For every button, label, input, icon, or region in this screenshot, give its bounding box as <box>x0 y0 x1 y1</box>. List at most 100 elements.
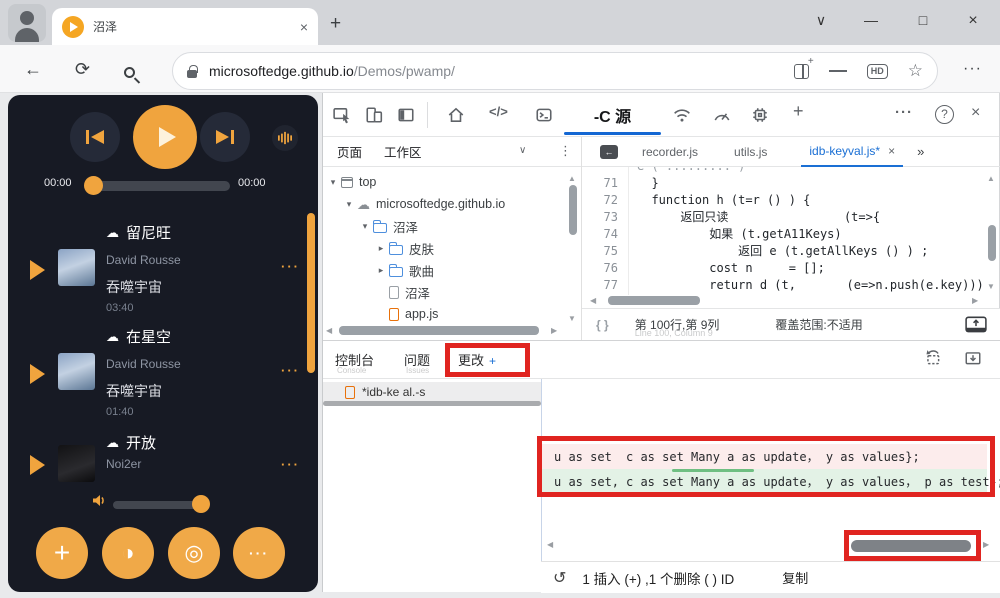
braces-icon[interactable]: { } <box>596 318 609 332</box>
copy-button[interactable]: 复制 <box>782 568 808 587</box>
track-play-icon[interactable] <box>30 260 45 280</box>
window-menu-chevron[interactable]: ∨ <box>808 12 834 29</box>
performance-icon[interactable] <box>713 106 731 124</box>
devtools-more-menu[interactable]: ··· <box>895 104 913 121</box>
devtools-close-button[interactable]: × <box>971 104 980 122</box>
window-minimize-button[interactable]: — <box>858 12 884 28</box>
tree-item-file[interactable]: 沼泽 <box>323 281 581 303</box>
expand-drawer-icon[interactable] <box>963 349 983 370</box>
tab-page[interactable]: 页面 <box>337 142 362 161</box>
sidebar-menu-icon[interactable]: ⋮ <box>559 143 572 159</box>
track-play-icon[interactable] <box>30 455 45 475</box>
code-area[interactable]: e ( ......... ) 71 } 72 function h (t=r … <box>582 167 986 295</box>
play-button[interactable] <box>133 105 197 169</box>
changed-file-item[interactable]: *idb-ke al.-s <box>323 382 541 402</box>
play-favicon-icon <box>62 16 84 38</box>
scroll-right-icon[interactable]: ▶ <box>551 327 557 335</box>
back-button[interactable]: ← <box>24 59 42 80</box>
track-play-icon[interactable] <box>30 364 45 384</box>
pretty-print-icon[interactable] <box>965 316 987 337</box>
tab-close-icon[interactable]: × <box>300 19 308 35</box>
playlist-item[interactable]: ☁留尼旺 David Rousse 吞噬宇宙 03:40 ··· <box>18 217 306 319</box>
scroll-left-icon[interactable]: ◀ <box>547 541 553 549</box>
tab-console[interactable]: 控制台Console <box>335 350 374 369</box>
favorite-star-icon[interactable]: ☆ <box>908 61 923 81</box>
volume-thumb[interactable] <box>192 495 210 513</box>
window-close-button[interactable]: × <box>960 12 986 30</box>
tab-workspace[interactable]: 工作区 <box>384 142 422 161</box>
tree-item-file[interactable]: app.js <box>323 303 581 325</box>
cursor-position: 第 100行,第 9列Line 100, Column 9 <box>635 316 720 333</box>
playlist-item[interactable]: ☁开放 Noi2er ··· <box>18 427 306 497</box>
browser-tab[interactable]: 沼泽 × <box>52 8 318 45</box>
tab-close-icon[interactable]: × <box>888 144 895 158</box>
playlist-scrollbar-thumb[interactable] <box>307 213 315 373</box>
elements-panel-icon[interactable]: </> <box>489 104 508 119</box>
new-tab-button[interactable]: + <box>330 13 341 35</box>
record-button[interactable]: ◎ <box>168 527 220 579</box>
dock-side-icon[interactable] <box>397 106 415 124</box>
address-bar[interactable]: microsoftedge.github.io/Demos/pwamp/ HD … <box>172 52 938 90</box>
scroll-up-icon[interactable]: ▲ <box>987 175 995 183</box>
file-list-scrollbar-thumb[interactable] <box>323 401 541 406</box>
track-more-button[interactable]: ··· <box>281 457 300 472</box>
previous-track-button[interactable] <box>70 112 120 162</box>
hide-toolbar-icon[interactable] <box>829 70 847 72</box>
scroll-left-icon[interactable]: ◀ <box>590 297 596 305</box>
editor-tab-utils[interactable]: utils.js <box>734 145 767 159</box>
window-maximize-button[interactable]: □ <box>910 12 936 28</box>
tab-changes[interactable]: 更改+ <box>458 350 496 369</box>
hd-badge-icon[interactable]: HD <box>867 64 888 79</box>
help-icon[interactable]: ? <box>935 105 954 124</box>
sidebar-vscroll-thumb[interactable] <box>569 185 577 235</box>
track-more-button[interactable]: ··· <box>281 259 300 274</box>
device-emulation-icon[interactable] <box>365 106 383 124</box>
reload-button[interactable]: ⟳ <box>75 59 90 80</box>
sidebar-hscroll-thumb[interactable] <box>339 326 539 335</box>
tree-item-origin[interactable]: ▾☁microsoftedge.github.io <box>323 193 581 215</box>
tree-item-folder[interactable]: ▸歌曲 <box>323 259 581 281</box>
chevron-down-icon[interactable]: ∨ <box>519 145 526 156</box>
revert-changes-icon[interactable] <box>923 349 943 370</box>
add-song-button[interactable]: + <box>36 527 88 579</box>
seek-thumb[interactable] <box>84 176 103 195</box>
editor-tab-recorder[interactable]: recorder.js <box>642 145 698 159</box>
seek-bar[interactable] <box>92 181 230 191</box>
memory-chip-icon[interactable] <box>751 106 769 124</box>
browser-more-menu[interactable]: ··· <box>963 60 982 78</box>
editor-tab-idb-keyval[interactable]: idb-keyval.js* × <box>801 137 903 167</box>
scroll-down-icon[interactable]: ▼ <box>568 315 576 323</box>
next-track-button[interactable] <box>200 112 250 162</box>
scroll-up-icon[interactable]: ▲ <box>568 175 576 183</box>
tab-sources[interactable]: -C 源 <box>564 93 661 137</box>
revert-icon[interactable]: ↺ <box>553 568 566 588</box>
url-text[interactable]: microsoftedge.github.io/Demos/pwamp/ <box>209 63 455 79</box>
player-more-button[interactable]: ··· <box>233 527 285 579</box>
profile-avatar[interactable] <box>8 4 46 42</box>
console-panel-icon[interactable] <box>535 106 553 124</box>
add-panel-button[interactable]: + <box>793 101 804 122</box>
split-screen-icon[interactable] <box>794 64 809 79</box>
playlist-item[interactable]: ☁在星空 David Rousse 吞噬宇宙 01:40 ··· <box>18 321 306 423</box>
track-more-button[interactable]: ··· <box>281 363 300 378</box>
search-icon[interactable] <box>124 62 135 83</box>
diff-hscroll-thumb[interactable] <box>851 540 971 552</box>
tab-issues[interactable]: 问题Issues <box>404 350 430 369</box>
scroll-right-icon[interactable]: ▶ <box>972 297 978 305</box>
scroll-right-icon[interactable]: ▶ <box>983 541 989 549</box>
home-icon[interactable] <box>447 106 465 124</box>
scroll-down-icon[interactable]: ▼ <box>987 283 995 291</box>
tab-overflow-icon[interactable]: » <box>917 144 924 159</box>
navigate-back-icon[interactable]: ← <box>600 145 618 159</box>
editor-hscroll-thumb[interactable] <box>608 296 700 305</box>
theme-button[interactable]: ◑ <box>102 527 154 579</box>
tree-item-top[interactable]: ▾top <box>323 171 581 193</box>
tree-item-folder[interactable]: ▸皮肤 <box>323 237 581 259</box>
inspect-icon[interactable] <box>333 106 351 124</box>
network-wifi-icon[interactable] <box>673 106 691 124</box>
tree-item-folder[interactable]: ▾沼泽 <box>323 215 581 237</box>
lock-icon[interactable] <box>187 70 197 78</box>
editor-vscroll-thumb[interactable] <box>988 225 996 261</box>
visualizer-button[interactable] <box>272 125 298 151</box>
scroll-left-icon[interactable]: ◀ <box>326 327 332 335</box>
